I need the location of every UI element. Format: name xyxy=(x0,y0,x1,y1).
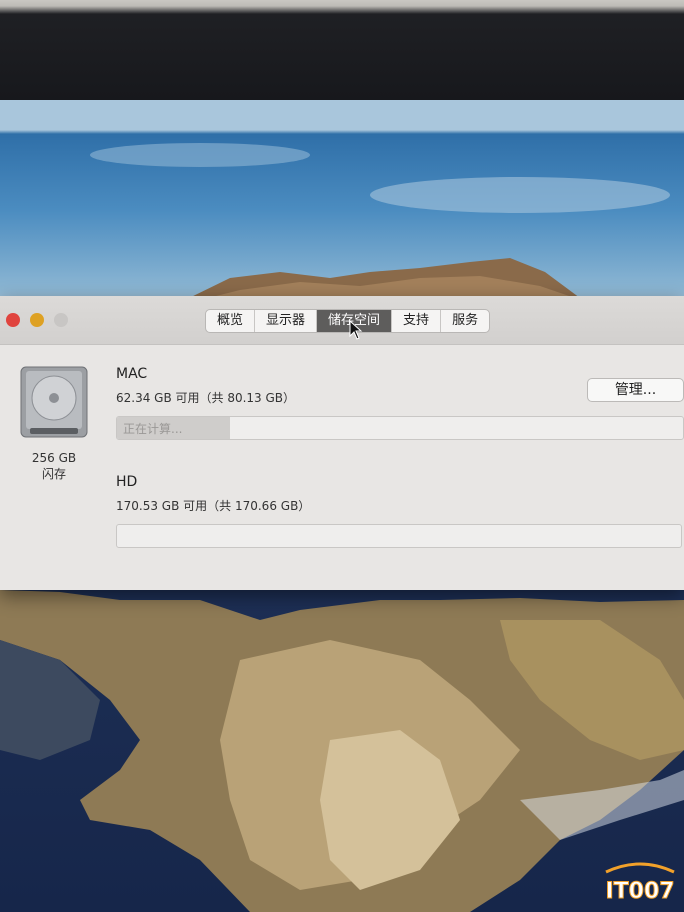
minimize-button[interactable] xyxy=(30,313,44,327)
close-button[interactable] xyxy=(6,313,20,327)
screen-bezel xyxy=(0,0,684,100)
volume-hd-free: 170.53 GB 可用（共 170.66 GB） xyxy=(116,499,311,513)
about-this-mac-window: 概览 显示器 储存空间 支持 服务 256 GB 闪存 MAC 62.34 GB… xyxy=(0,296,684,590)
drive-info: 256 GB 闪存 xyxy=(18,450,90,482)
tab-bar: 概览 显示器 储存空间 支持 服务 xyxy=(205,309,491,333)
site-watermark-logo: IT007 xyxy=(605,862,675,905)
watermark-text: IT007 xyxy=(605,879,674,904)
volume-mac-free: 62.34 GB 可用（共 80.13 GB） xyxy=(116,391,296,405)
volume-mac-storage-bar: 正在计算... xyxy=(116,416,684,440)
tab-service[interactable]: 服务 xyxy=(441,310,489,332)
tab-displays[interactable]: 显示器 xyxy=(255,310,318,332)
drive-type: 闪存 xyxy=(41,467,66,481)
storage-bar-status: 正在计算... xyxy=(123,422,183,436)
manage-button[interactable]: 管理... xyxy=(587,378,684,402)
zoom-button[interactable] xyxy=(54,313,68,327)
tab-support[interactable]: 支持 xyxy=(392,310,442,332)
volume-hd-storage-bar xyxy=(116,524,682,548)
volume-hd-name: HD xyxy=(116,474,138,490)
drive-capacity: 256 GB xyxy=(31,451,77,465)
flash-drive-icon xyxy=(20,366,88,438)
volume-mac-name: MAC xyxy=(116,366,148,382)
mouse-pointer-icon xyxy=(349,320,363,340)
tab-overview[interactable]: 概览 xyxy=(206,310,256,332)
window-titlebar[interactable]: 概览 显示器 储存空间 支持 服务 xyxy=(0,296,684,345)
